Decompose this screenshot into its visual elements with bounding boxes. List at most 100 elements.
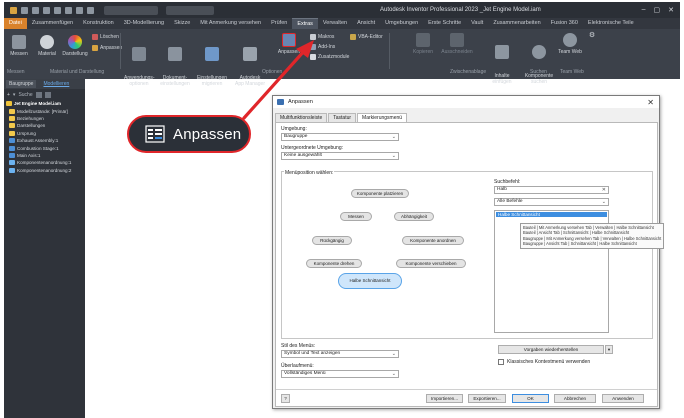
browser-node[interactable]: Main Axis:1 (6, 152, 85, 159)
open-icon[interactable] (32, 6, 39, 14)
browser-node[interactable]: Beziehungen (6, 115, 85, 122)
marking-menu-top[interactable]: Komponente platzieren (351, 189, 409, 198)
marking-menu-bottom-right[interactable]: Komponente verschieben (396, 259, 466, 268)
ribbon-tab[interactable]: Extras (292, 18, 318, 29)
search-icon[interactable] (35, 91, 42, 98)
marking-menu-left[interactable]: Messen (340, 212, 372, 221)
migrate-settings-button[interactable]: Einstellungen migrieren (195, 35, 229, 99)
marking-menu-bottom-left[interactable]: Komponente drehen (306, 259, 362, 268)
ribbon-tab[interactable]: Umgebungen (380, 18, 423, 29)
command-search-box[interactable] (104, 5, 158, 15)
appearance-button[interactable]: Darstellung (62, 35, 88, 57)
home-icon[interactable] (76, 6, 83, 14)
paste-special-button[interactable]: Inhalte einfügen (488, 33, 516, 97)
ribbon-tab[interactable]: Skizze (169, 18, 195, 29)
vba-editor-button[interactable]: VBA-Editor (350, 34, 383, 40)
dialog-tab[interactable]: Multifunktionsleiste (275, 113, 328, 122)
ribbon-tab[interactable]: Prüfen (266, 18, 292, 29)
ribbon-tab[interactable]: Zusammenarbeiten (488, 18, 545, 29)
find-component-button[interactable]: Komponente suchen (522, 33, 556, 97)
application-options-button[interactable]: Anwendungs- optionen (124, 35, 155, 99)
browser-node[interactable]: Modellzustände: [Primär] (6, 107, 85, 114)
ribbon-tab[interactable]: Ansicht (352, 18, 380, 29)
macros-button[interactable]: Makros (310, 34, 334, 40)
ribbon-tab[interactable]: Zusammenfügen (27, 18, 78, 29)
cancel-button[interactable]: Abbrechen (554, 394, 596, 403)
ribbon-tab[interactable]: Datei (4, 18, 27, 29)
browser-node[interactable]: Komponentenanordnung:2 (6, 167, 85, 174)
close-icon[interactable]: ✕ (668, 6, 674, 14)
add-icon[interactable]: + (7, 92, 10, 98)
browser-node[interactable]: Combustion Stage:1 (6, 144, 85, 151)
customize-ribbon-button[interactable]: Anpassen (272, 33, 306, 55)
redo-icon[interactable] (65, 6, 72, 14)
adjust-button[interactable]: Anpassen (92, 45, 122, 51)
dialog-tab[interactable]: Markierungsmenü (357, 113, 408, 122)
classic-context-menu-checkbox[interactable] (498, 359, 504, 365)
apply-button[interactable]: Anwenden (602, 394, 644, 403)
team-web-button[interactable]: Team Web (558, 33, 582, 55)
browser-node[interactable]: Komponentenanordnung:1 (6, 159, 85, 166)
search-command-input[interactable]: Halb ✕ (494, 186, 609, 194)
sub-environment-select[interactable]: Keine ausgewählt ⌄ (281, 152, 399, 160)
browser-search-label[interactable]: Suche (18, 92, 32, 98)
marking-menu-bottom[interactable]: Halbe Schnittansicht (338, 273, 402, 289)
undo-icon[interactable] (54, 6, 61, 14)
ribbon-tab[interactable]: Konstruktion (78, 18, 119, 29)
ribbon-tab[interactable]: Mit Anmerkung versehen (195, 18, 266, 29)
measure-button[interactable]: Messen (7, 35, 31, 57)
filter-icon[interactable]: ▾ (13, 92, 16, 98)
overflow-menu-select[interactable]: Vollständiges Menü ⌄ (281, 370, 399, 378)
close-icon[interactable]: ✕ (647, 98, 654, 107)
ribbon-tab[interactable]: Fusion 360 (546, 18, 583, 29)
environment-select[interactable]: Baugruppe ⌄ (281, 133, 399, 141)
new-icon[interactable] (21, 6, 28, 14)
environment-label: Umgebung: (281, 126, 307, 132)
cut-button[interactable]: Ausschneiden (440, 33, 474, 55)
command-filter-select[interactable]: Alle Befehle ⌄ (494, 198, 609, 206)
app-manager-button[interactable]: Autodesk App Manager (232, 35, 268, 99)
ribbon-tab[interactable]: Elektronische Teile (583, 18, 639, 29)
document-settings-button[interactable]: Dokument- einstellungen (158, 35, 192, 99)
menu-style-select[interactable]: Symbol und Text anzeigen ⌄ (281, 350, 399, 358)
appearance-dropdown[interactable] (166, 5, 214, 15)
restore-defaults-button[interactable]: Vorgaben wiederherstellen (498, 345, 604, 354)
marking-menu-mid-right[interactable]: Komponente anordnen (402, 236, 464, 245)
menu-icon[interactable] (44, 91, 51, 98)
document-settings-icon (168, 47, 182, 61)
footer-divider (276, 389, 657, 390)
ribbon-tab[interactable]: Erste Schritte (423, 18, 466, 29)
material-button[interactable]: Material (35, 35, 59, 57)
import-button[interactable]: Importieren... (426, 394, 463, 403)
command-filter-value: Alle Befehle (497, 199, 523, 204)
ribbon-tab[interactable]: Vault (466, 18, 488, 29)
clear-button[interactable]: Löschen (92, 34, 119, 40)
browser-tab-model[interactable]: Baugruppe (6, 80, 37, 88)
maximize-icon[interactable]: ▢ (654, 6, 661, 14)
export-button[interactable]: Exportieren... (468, 394, 506, 403)
browser-node[interactable]: Darstellungen (6, 122, 85, 129)
help-button[interactable]: ? (281, 394, 290, 403)
browser-tab-add[interactable]: Modellieren (40, 80, 72, 88)
browser-node[interactable]: Jet Engine Model.iam (6, 100, 85, 107)
minimize-icon[interactable]: – (642, 6, 646, 14)
ribbon-tab[interactable]: Verwalten (318, 18, 352, 29)
select-icon[interactable] (87, 6, 94, 14)
save-icon[interactable] (43, 6, 50, 14)
ribbon-options-button[interactable]: ⚙ (586, 32, 598, 39)
ok-button[interactable]: OK (512, 394, 549, 403)
ribbon-tab[interactable]: 3D-Modellierung (119, 18, 169, 29)
dialog-title-bar: Anpassen ✕ (273, 96, 659, 108)
restore-dropdown-button[interactable]: ▾ (605, 345, 613, 354)
command-list-item[interactable]: Halbe Schnittansicht (496, 212, 607, 217)
modules-button[interactable]: Zusatzmodule (310, 54, 349, 60)
dialog-tab[interactable]: Tastatur (328, 113, 357, 122)
browser-node[interactable]: Exhaust Assembly:1 (6, 137, 85, 144)
marking-menu-mid-left[interactable]: Rückgängig (312, 236, 352, 245)
copy-button[interactable]: Kopieren (408, 33, 438, 55)
close-icon[interactable]: ✕ (602, 187, 606, 193)
add-ins-button[interactable]: Add-Ins (310, 44, 335, 50)
browser-node[interactable]: Ursprung (6, 130, 85, 137)
marking-menu-right[interactable]: Abhängigkeit (394, 212, 434, 221)
app-logo-icon[interactable] (10, 6, 17, 14)
